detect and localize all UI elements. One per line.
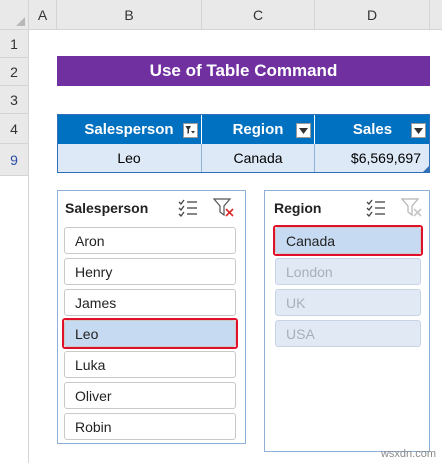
slicer-salesperson-title: Salesperson xyxy=(65,200,149,216)
row-header-3[interactable]: 3 xyxy=(0,86,29,114)
slicer-item-aron[interactable]: Aron xyxy=(64,227,236,254)
column-header-c[interactable]: C xyxy=(202,0,315,30)
column-header-d[interactable]: D xyxy=(315,0,430,30)
slicer-item-luka[interactable]: Luka xyxy=(64,351,236,378)
row-header-1[interactable]: 1 xyxy=(0,30,29,58)
multi-select-icon[interactable] xyxy=(366,199,386,222)
column-header-b[interactable]: B xyxy=(57,0,202,30)
slicer-region[interactable]: Region Canada London UK USA xyxy=(264,190,430,452)
clear-filter-icon[interactable] xyxy=(212,198,235,223)
select-all-corner[interactable] xyxy=(0,0,29,30)
slicer-item-london[interactable]: London xyxy=(275,258,421,285)
row-header-9[interactable]: 9 xyxy=(0,144,29,176)
row-header-2[interactable]: 2 xyxy=(0,58,29,86)
multi-select-icon[interactable] xyxy=(178,199,198,222)
slicer-salesperson[interactable]: Salesperson Aron Henry James Leo Luka Ol… xyxy=(57,190,246,444)
sheet-title[interactable]: Use of Table Command xyxy=(57,56,430,86)
table-outline xyxy=(57,114,430,173)
column-header-a[interactable]: A xyxy=(29,0,57,30)
table-resize-handle[interactable] xyxy=(423,166,429,172)
row-header-4[interactable]: 4 xyxy=(0,114,29,144)
slicer-item-robin[interactable]: Robin xyxy=(64,413,236,440)
column-header-e[interactable] xyxy=(430,0,442,30)
watermark: wsxdn.com xyxy=(380,448,436,460)
slicer-item-james[interactable]: James xyxy=(64,289,236,316)
slicer-item-henry[interactable]: Henry xyxy=(64,258,236,285)
row-header-strip xyxy=(0,176,29,463)
slicer-item-oliver[interactable]: Oliver xyxy=(64,382,236,409)
highlight-box-canada xyxy=(273,225,423,256)
clear-filter-icon[interactable] xyxy=(400,198,423,223)
highlight-box-leo xyxy=(62,318,238,349)
slicer-region-title: Region xyxy=(274,200,322,216)
slicer-item-uk[interactable]: UK xyxy=(275,289,421,316)
slicer-item-usa[interactable]: USA xyxy=(275,320,421,347)
